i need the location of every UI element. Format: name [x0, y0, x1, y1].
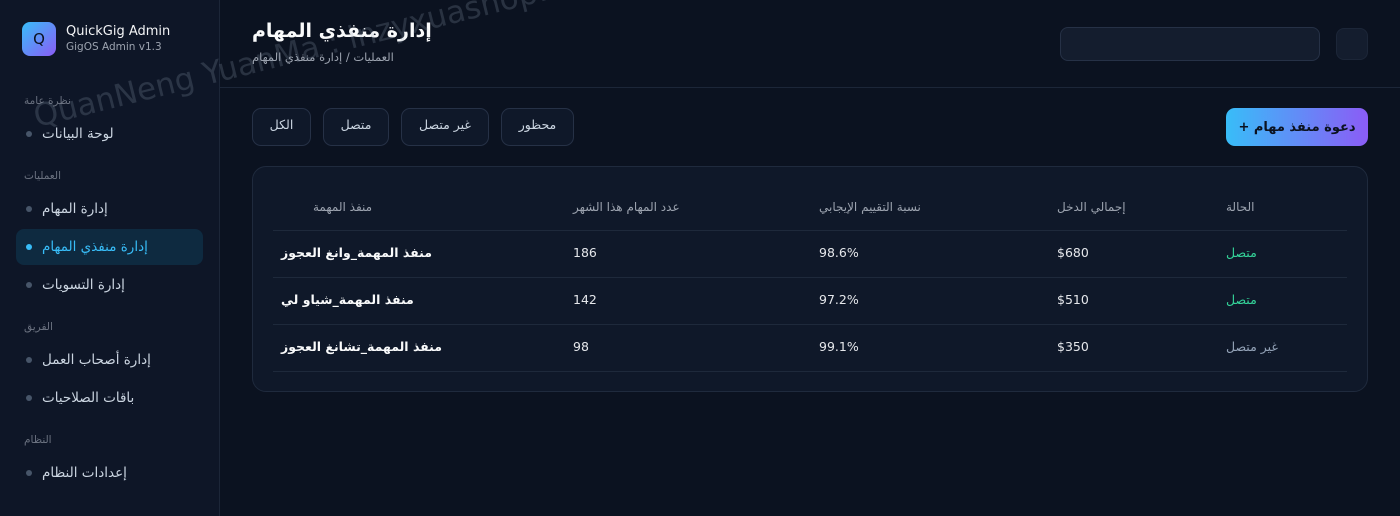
- sidebar-item-settlements[interactable]: إدارة التسويات: [16, 267, 203, 303]
- executor-name[interactable]: منفذ المهمة_شياو لي: [281, 292, 414, 307]
- sidebar-item-label: إدارة منفذي المهام: [42, 239, 148, 255]
- divider: [273, 277, 1347, 278]
- status-badge: غير متصل: [1226, 339, 1278, 354]
- invite-executor-button[interactable]: + دعوة منفذ مهام: [1226, 108, 1368, 146]
- sidebar-item-label: إدارة أصحاب العمل: [42, 352, 151, 368]
- column-header-executor[interactable]: منفذ المهمة: [313, 200, 372, 214]
- sidebar-item-label: إدارة التسويات: [42, 277, 125, 293]
- rating: 99.1%: [819, 339, 859, 354]
- task-count: 186: [573, 245, 597, 260]
- bullet-icon: [26, 206, 32, 212]
- sidebar-item-label: إعدادات النظام: [42, 465, 127, 481]
- column-header-tasks[interactable]: عدد المهام هذا الشهر: [573, 200, 680, 214]
- bullet-icon: [26, 282, 32, 288]
- search-input[interactable]: [1060, 27, 1320, 61]
- executor-name[interactable]: منفذ المهمة_تشانغ العجوز: [281, 339, 442, 354]
- filter-all[interactable]: الكل: [252, 108, 311, 146]
- app-logo-icon: Q: [22, 22, 56, 56]
- income: $510: [1057, 292, 1089, 307]
- sidebar-item-label: باقات الصلاحيات: [42, 390, 135, 406]
- sidebar-item-executors[interactable]: إدارة منفذي المهام: [16, 229, 203, 265]
- sidebar-item-label: إدارة المهام: [42, 201, 108, 217]
- column-header-income[interactable]: إجمالي الدخل: [1057, 200, 1126, 214]
- brand-name: QuickGig Admin: [66, 24, 171, 39]
- section-label-operations: العمليات: [24, 170, 61, 182]
- brand[interactable]: Q QuickGig Admin GigOS Admin v1.3: [22, 22, 170, 56]
- column-header-status[interactable]: الحالة: [1226, 200, 1254, 214]
- rating: 97.2%: [819, 292, 859, 307]
- column-header-rating[interactable]: نسبة التقييم الإيجابي: [819, 200, 921, 214]
- bullet-icon: [26, 357, 32, 363]
- rating: 98.6%: [819, 245, 859, 260]
- section-label-system: النظام: [24, 434, 52, 446]
- divider: [273, 230, 1347, 231]
- bullet-icon: [26, 131, 32, 137]
- filter-online[interactable]: متصل: [323, 108, 389, 146]
- executors-table: منفذ المهمة عدد المهام هذا الشهر نسبة ال…: [252, 166, 1368, 392]
- executor-name[interactable]: منفذ المهمة_وانغ العجوز: [281, 245, 432, 260]
- bullet-icon: [26, 244, 32, 250]
- bullet-icon: [26, 395, 32, 401]
- task-count: 142: [573, 292, 597, 307]
- brand-version: GigOS Admin v1.3: [66, 41, 162, 53]
- divider: [273, 371, 1347, 372]
- sidebar-item-settings[interactable]: إعدادات النظام: [16, 455, 203, 491]
- sidebar-item-employers[interactable]: إدارة أصحاب العمل: [16, 342, 203, 378]
- sidebar-item-tasks[interactable]: إدارة المهام: [16, 191, 203, 227]
- section-label-team: الفريق: [24, 321, 53, 333]
- divider: [273, 324, 1347, 325]
- income: $680: [1057, 245, 1089, 260]
- sidebar-item-permissions[interactable]: باقات الصلاحيات: [16, 380, 203, 416]
- status-badge: متصل: [1226, 292, 1257, 307]
- filter-banned[interactable]: محظور: [501, 108, 574, 146]
- filter-offline[interactable]: غير متصل: [401, 108, 489, 146]
- task-count: 98: [573, 339, 589, 354]
- status-badge: متصل: [1226, 245, 1257, 260]
- bullet-icon: [26, 470, 32, 476]
- income: $350: [1057, 339, 1089, 354]
- header-action-button[interactable]: [1336, 28, 1368, 60]
